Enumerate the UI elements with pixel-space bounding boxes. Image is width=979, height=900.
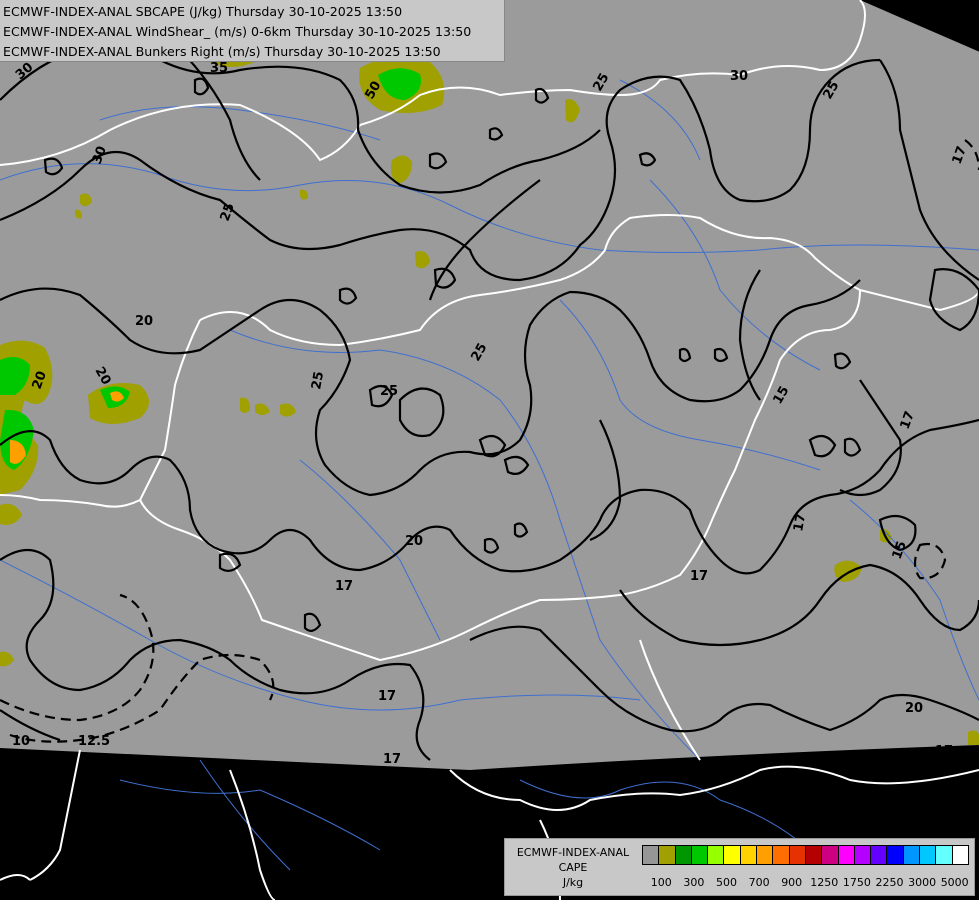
legend-tick-label: 900 bbox=[781, 876, 803, 889]
legend-tick-label: 1750 bbox=[842, 876, 871, 889]
legend-swatch bbox=[804, 845, 823, 865]
legend-swatch bbox=[739, 845, 758, 865]
legend-swatch bbox=[772, 845, 790, 865]
legend-swatch bbox=[707, 845, 725, 865]
contour-label: 17 bbox=[935, 744, 953, 759]
legend-tick-label: 3000 bbox=[908, 876, 937, 889]
contour-label: 25 bbox=[380, 384, 398, 399]
legend-swatch bbox=[853, 845, 872, 865]
contour-label: 17 bbox=[335, 579, 353, 594]
legend-swatch bbox=[642, 845, 660, 865]
legend-tick-label: 5000 bbox=[940, 876, 969, 889]
contour-label: 12.5 bbox=[78, 734, 110, 749]
header-line-bunkers: ECMWF-INDEX-ANAL Bunkers Right (m/s) Thu… bbox=[3, 44, 441, 59]
contour-label: 30 bbox=[730, 69, 748, 84]
legend-swatch bbox=[935, 845, 953, 865]
legend-swatch bbox=[723, 845, 741, 865]
legend-swatch bbox=[658, 845, 676, 865]
legend-swatch bbox=[674, 845, 692, 865]
cape-legend: ECMWF-INDEX-ANAL CAPE J/kg 100 300 500 700 9… bbox=[504, 838, 975, 896]
legend-swatch bbox=[886, 845, 904, 865]
header-line-cape: ECMWF-INDEX-ANAL SBCAPE (J/kg) Thursday … bbox=[3, 4, 403, 19]
legend-tick-label: 300 bbox=[683, 876, 705, 889]
map-canvas: 30 35 30 25 30 25 20 20 25 25 20 17 17 1… bbox=[0, 0, 979, 900]
legend-tick-label: 2250 bbox=[875, 876, 904, 889]
contour-label: 10 bbox=[12, 734, 30, 749]
contour-label: 35 bbox=[210, 61, 228, 76]
legend-title-line: J/kg bbox=[562, 876, 584, 889]
contour-label: 17 bbox=[378, 689, 396, 704]
contour-label: 20 bbox=[135, 314, 153, 329]
contour-label: 25 bbox=[309, 370, 327, 390]
header-line-windshear: ECMWF-INDEX-ANAL WindShear_ (m/s) 0-6km … bbox=[3, 24, 472, 39]
contour-label: 17 bbox=[383, 752, 401, 767]
map-header: ECMWF-INDEX-ANAL SBCAPE (J/kg) Thursday … bbox=[0, 0, 505, 62]
legend-tick-label: 100 bbox=[650, 876, 672, 889]
contour-label: 17 bbox=[690, 569, 708, 584]
legend-swatch bbox=[870, 845, 888, 865]
contour-label: 20 bbox=[405, 534, 423, 549]
legend-title-line: ECMWF-INDEX-ANAL bbox=[516, 846, 630, 859]
legend-swatch bbox=[919, 845, 937, 865]
legend-title: ECMWF-INDEX-ANAL CAPE J/kg bbox=[509, 845, 637, 890]
legend-tick-label: 500 bbox=[716, 876, 737, 889]
contour-label: 17 bbox=[791, 512, 809, 532]
legend-swatch bbox=[788, 845, 806, 865]
legend-swatch bbox=[756, 845, 774, 865]
legend-swatch bbox=[951, 845, 969, 865]
legend-title-line: CAPE bbox=[558, 861, 588, 874]
legend-swatch bbox=[902, 845, 921, 865]
legend-swatch bbox=[821, 845, 839, 865]
weather-map: 30 35 30 25 30 25 20 20 25 25 20 17 17 1… bbox=[0, 0, 979, 900]
contour-label: 20 bbox=[905, 701, 923, 716]
legend-swatch bbox=[837, 845, 855, 865]
legend-swatches bbox=[642, 845, 969, 867]
legend-tick-label: 1250 bbox=[810, 876, 839, 889]
legend-tick-label: 700 bbox=[748, 876, 770, 889]
legend-swatch bbox=[690, 845, 709, 865]
